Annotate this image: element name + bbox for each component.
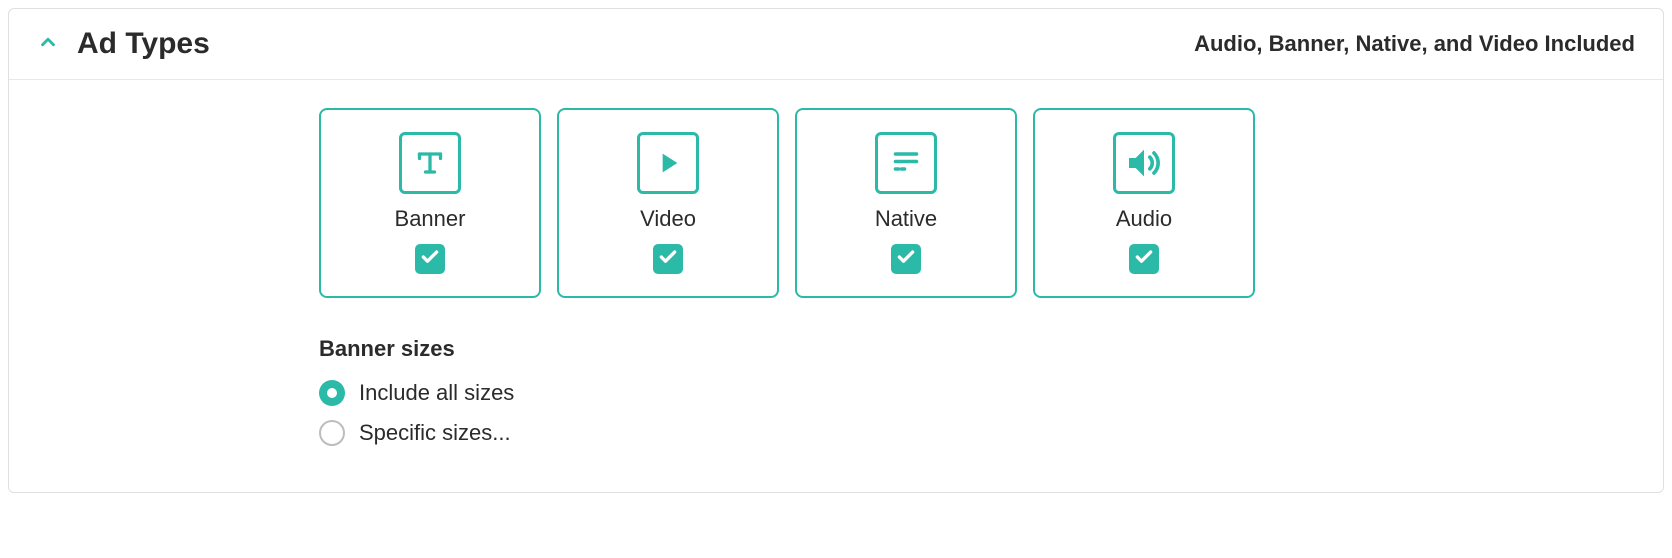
check-icon — [1134, 247, 1154, 272]
card-label: Audio — [1116, 206, 1172, 232]
checkbox-banner[interactable] — [415, 244, 445, 274]
panel-summary: Audio, Banner, Native, and Video Include… — [1194, 31, 1635, 57]
panel-title: Ad Types — [77, 27, 210, 61]
card-label: Video — [640, 206, 696, 232]
card-native[interactable]: Native — [795, 108, 1017, 298]
chevron-up-icon — [37, 31, 59, 58]
check-icon — [420, 247, 440, 272]
checkbox-audio[interactable] — [1129, 244, 1159, 274]
ad-type-cards: Banner Video — [319, 108, 1623, 298]
card-label: Native — [875, 206, 937, 232]
radio-button-unchecked-icon — [319, 420, 345, 446]
collapse-toggle[interactable] — [37, 33, 59, 55]
sound-icon — [1113, 132, 1175, 194]
card-label: Banner — [395, 206, 466, 232]
card-video[interactable]: Video — [557, 108, 779, 298]
radio-specific-sizes[interactable]: Specific sizes... — [319, 420, 1623, 446]
radio-include-all[interactable]: Include all sizes — [319, 380, 1623, 406]
banner-sizes-section: Banner sizes Include all sizes Specific … — [319, 336, 1623, 446]
text-icon — [399, 132, 461, 194]
play-icon — [637, 132, 699, 194]
check-icon — [658, 247, 678, 272]
card-audio[interactable]: Audio — [1033, 108, 1255, 298]
checkbox-native[interactable] — [891, 244, 921, 274]
checkbox-video[interactable] — [653, 244, 683, 274]
panel-header: Ad Types Audio, Banner, Native, and Vide… — [9, 9, 1663, 80]
banner-sizes-label: Banner sizes — [319, 336, 1623, 362]
check-icon — [896, 247, 916, 272]
radio-label: Specific sizes... — [359, 420, 511, 446]
card-banner[interactable]: Banner — [319, 108, 541, 298]
radio-button-checked-icon — [319, 380, 345, 406]
radio-label: Include all sizes — [359, 380, 514, 406]
ad-types-panel: Ad Types Audio, Banner, Native, and Vide… — [8, 8, 1664, 493]
panel-header-left: Ad Types — [37, 27, 210, 61]
panel-body: Banner Video — [9, 80, 1663, 492]
list-icon — [875, 132, 937, 194]
